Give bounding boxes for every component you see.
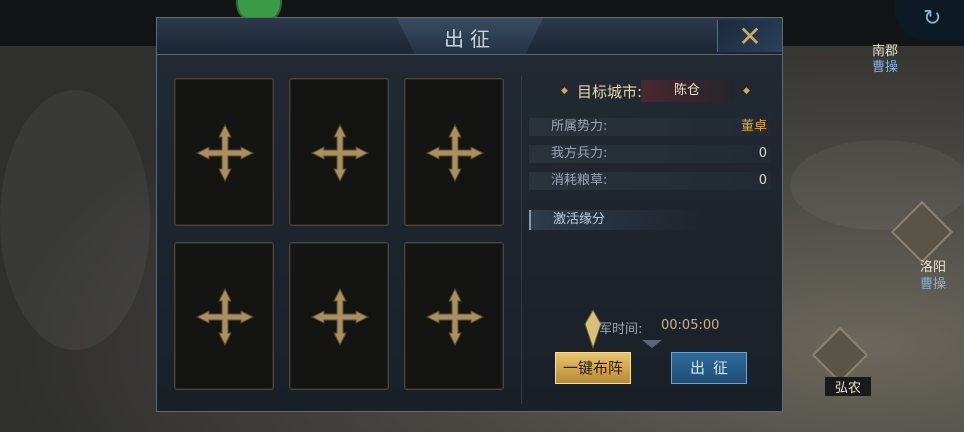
close-button[interactable]: ✕: [717, 19, 782, 53]
auto-deploy-button[interactable]: 一键布阵: [555, 352, 631, 384]
city-owner: 曹操: [871, 60, 898, 75]
plus-icon: [425, 287, 485, 347]
formation-slot-5[interactable]: [289, 242, 389, 390]
formation-slot-1[interactable]: [174, 78, 274, 226]
fate-label: 激活缘分: [553, 212, 606, 227]
notch-decoration: [642, 340, 662, 348]
info-value: 0: [758, 173, 767, 188]
map-mountain: [0, 90, 150, 350]
plus-icon: [195, 123, 255, 183]
info-row-faction: 所属势力: 董卓: [529, 118, 771, 136]
info-key: 我方兵力:: [551, 146, 608, 161]
refresh-icon: ↻: [923, 6, 942, 31]
info-row-troops: 我方兵力: 0: [529, 145, 771, 163]
diamond-icon: ◆: [743, 86, 750, 96]
panel-divider: [521, 76, 522, 404]
march-button[interactable]: 出征: [671, 352, 747, 384]
city-owner: 曹操: [919, 277, 946, 292]
march-time-row: 军时间: 00:05:00: [587, 318, 787, 338]
close-x-icon: ✕: [738, 19, 762, 53]
plus-icon: [195, 287, 255, 347]
formation-slot-6[interactable]: [404, 242, 504, 390]
diamond-icon: ◆: [561, 86, 568, 96]
march-time-label: 军时间:: [599, 322, 643, 337]
target-city-row: ◆ 目标城市: 陈仓 ◆: [529, 80, 775, 102]
info-key: 所属势力:: [551, 119, 608, 134]
target-city-label: 目标城市:: [577, 83, 643, 101]
dialog-title: 出征: [444, 27, 496, 51]
info-key: 消耗粮草:: [551, 173, 608, 188]
formation-slot-4[interactable]: [174, 242, 274, 390]
info-value: 0: [758, 146, 767, 161]
formation-slot-2[interactable]: [289, 78, 389, 226]
info-value: 董卓: [740, 119, 767, 134]
plus-icon: [310, 123, 370, 183]
march-time-value: 00:05:00: [661, 318, 720, 333]
city-name[interactable]: 弘农: [825, 377, 871, 396]
plus-icon: [425, 123, 485, 183]
plus-icon: [310, 287, 370, 347]
fate-section-header: 激活缘分: [529, 210, 701, 230]
info-row-food: 消耗粮草: 0: [529, 172, 771, 190]
target-city-value: 陈仓: [641, 80, 733, 102]
march-dialog: 出征 ✕ ◆ 目标城市: 陈仓 ◆ 所属势力: 董卓 我方兵力: 0 消耗粮草:…: [156, 17, 783, 412]
formation-slot-3[interactable]: [404, 78, 504, 226]
